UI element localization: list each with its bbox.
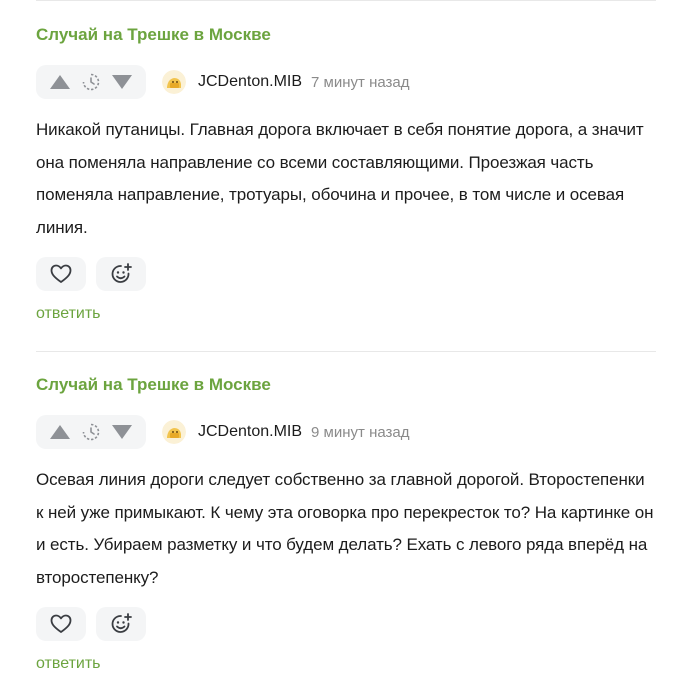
reaction-button[interactable] [96, 607, 146, 641]
rating-pending [80, 421, 102, 443]
upvote-button[interactable] [48, 70, 72, 94]
avatar-cartoon-icon [162, 70, 186, 94]
comment-divider [36, 351, 656, 352]
comment-time[interactable]: 9 минут назад [311, 424, 409, 441]
post-title-link[interactable]: Случай на Трешке в Москве [36, 374, 656, 396]
comment-text: Никакой путаницы. Главная дорога включае… [36, 120, 644, 237]
comment-time[interactable]: 7 минут назад [311, 74, 409, 91]
reaction-button[interactable] [96, 257, 146, 291]
comment: Случай на Трешке в Москве [36, 24, 656, 323]
smile-plus-icon [111, 263, 132, 283]
post-title-link[interactable]: Случай на Трешке в Москве [36, 24, 656, 46]
avatar[interactable] [162, 70, 186, 94]
rating-panel [36, 415, 146, 449]
reply-link[interactable]: ответить [36, 655, 656, 673]
rating-pending [80, 71, 102, 93]
rating-panel [36, 65, 146, 99]
avatar-cartoon-icon [162, 420, 186, 444]
top-divider [36, 0, 656, 1]
triangle-up-icon [50, 75, 70, 89]
comment-meta: JCDenton.MIB 9 минут назад [36, 415, 656, 449]
author-name[interactable]: JCDenton.MIB [198, 73, 302, 91]
triangle-up-icon [50, 425, 70, 439]
heart-icon [50, 264, 72, 283]
comment-actions [36, 257, 656, 291]
smile-plus-icon [111, 613, 132, 633]
downvote-button[interactable] [110, 70, 134, 94]
triangle-down-icon [112, 75, 132, 89]
heart-icon [50, 614, 72, 633]
author-name[interactable]: JCDenton.MIB [198, 423, 302, 441]
downvote-button[interactable] [110, 420, 134, 444]
comment-actions [36, 607, 656, 641]
comment-meta: JCDenton.MIB 7 минут назад [36, 65, 656, 99]
comment-text: Осевая линия дороги следует собственно з… [36, 470, 654, 587]
avatar[interactable] [162, 420, 186, 444]
upvote-button[interactable] [48, 420, 72, 444]
triangle-down-icon [112, 425, 132, 439]
comment: Случай на Трешке в Москве [36, 374, 656, 673]
clock-dashed-icon [82, 423, 100, 441]
like-button[interactable] [36, 607, 86, 641]
reply-link[interactable]: ответить [36, 305, 656, 323]
clock-dashed-icon [82, 73, 100, 91]
like-button[interactable] [36, 257, 86, 291]
